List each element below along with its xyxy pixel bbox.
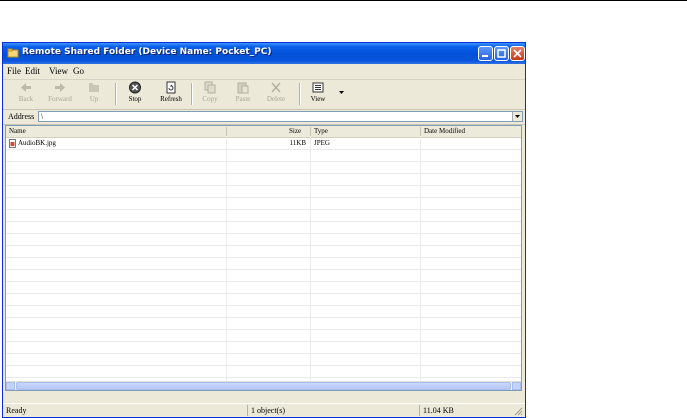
- chevron-right-icon: [513, 390, 520, 391]
- horizontal-scrollbar[interactable]: [6, 381, 521, 390]
- forward-button[interactable]: Forward: [43, 81, 77, 108]
- paste-button[interactable]: Paste: [231, 81, 255, 108]
- menu-file[interactable]: File: [7, 66, 21, 76]
- back-button[interactable]: Back: [13, 81, 39, 108]
- column-gridline: [226, 137, 227, 381]
- jpeg-file-icon: [9, 139, 16, 148]
- address-label: Address: [8, 112, 35, 121]
- forward-label: Forward: [48, 95, 72, 103]
- file-size: 11KB: [289, 139, 306, 147]
- minimize-icon: [482, 55, 488, 57]
- paste-label: Paste: [235, 95, 251, 103]
- chevron-left-icon: [7, 390, 14, 391]
- page-top-rule: [0, 0, 687, 1]
- list-header: Name Size Type Date Modified: [6, 126, 521, 138]
- refresh-button[interactable]: Refresh: [155, 81, 187, 108]
- file-type: JPEG: [314, 139, 330, 147]
- refresh-icon: [166, 81, 176, 94]
- column-name-header[interactable]: Name: [9, 127, 26, 135]
- view-label: View: [310, 95, 326, 103]
- resize-grip-icon[interactable]: [513, 406, 523, 416]
- menu-go[interactable]: Go: [73, 66, 84, 76]
- column-divider[interactable]: [226, 127, 227, 136]
- scroll-right-button[interactable]: [512, 382, 521, 390]
- delete-label: Delete: [266, 95, 286, 103]
- file-name: AudioBK.jpg: [18, 139, 56, 147]
- copy-label: Copy: [202, 95, 218, 103]
- copy-icon: [204, 81, 216, 94]
- stop-button[interactable]: Stop: [123, 81, 147, 108]
- toolbar-separator: [115, 83, 117, 105]
- column-divider[interactable]: [310, 127, 311, 136]
- folder-app-icon: [7, 48, 19, 58]
- view-list-icon: [312, 82, 324, 93]
- menu-bar: File Edit View Go: [3, 64, 525, 80]
- status-ready: Ready: [6, 406, 27, 415]
- view-dropdown-icon[interactable]: [339, 91, 344, 95]
- status-bar: Ready 1 object(s) 11.04 KB: [3, 403, 525, 417]
- address-dropdown-button[interactable]: [512, 112, 522, 121]
- column-size-header[interactable]: Size: [289, 127, 301, 135]
- delete-x-icon: [271, 82, 281, 93]
- window-title: Remote Shared Folder (Device Name: Pocke…: [22, 47, 272, 57]
- menu-view[interactable]: View: [49, 66, 68, 76]
- menu-edit[interactable]: Edit: [25, 66, 40, 76]
- status-separator: [247, 405, 248, 416]
- title-bar[interactable]: Remote Shared Folder (Device Name: Pocke…: [3, 43, 525, 64]
- forward-arrow-icon: [55, 83, 65, 92]
- toolbar-separator: [191, 83, 193, 105]
- column-gridline: [310, 137, 311, 381]
- address-bar: Address \: [3, 110, 525, 125]
- close-button[interactable]: [510, 46, 525, 61]
- scroll-left-button[interactable]: [6, 382, 15, 390]
- up-label: Up: [89, 95, 99, 103]
- up-button[interactable]: Up: [83, 81, 105, 108]
- remote-folder-window: Remote Shared Folder (Device Name: Pocke…: [2, 42, 526, 418]
- copy-button[interactable]: Copy: [199, 81, 221, 108]
- paste-icon: [237, 82, 249, 94]
- view-button[interactable]: View: [307, 81, 329, 108]
- up-folder-icon: [89, 83, 99, 92]
- stop-icon: [129, 81, 141, 94]
- back-arrow-icon: [21, 83, 31, 92]
- status-separator: [419, 405, 420, 416]
- close-icon: [513, 49, 522, 58]
- maximize-icon: [497, 49, 506, 58]
- column-type-header[interactable]: Type: [314, 127, 328, 135]
- chevron-down-icon: [515, 115, 520, 118]
- table-row[interactable]: AudioBK.jpg 11KB JPEG: [6, 138, 521, 149]
- toolbar: Back Forward Up Stop Refresh Copy Paste: [3, 79, 525, 110]
- refresh-label: Refresh: [160, 95, 182, 103]
- maximize-button[interactable]: [494, 46, 509, 61]
- column-divider[interactable]: [420, 127, 421, 136]
- status-size: 11.04 KB: [423, 406, 454, 415]
- scroll-thumb[interactable]: [16, 382, 511, 390]
- file-list[interactable]: Name Size Type Date Modified AudioBK.jpg…: [5, 125, 522, 391]
- column-gridline: [420, 137, 421, 381]
- delete-button[interactable]: Delete: [263, 81, 289, 108]
- status-object-count: 1 object(s): [251, 406, 285, 415]
- toolbar-separator: [299, 83, 301, 105]
- address-value: \: [41, 112, 44, 121]
- column-date-header[interactable]: Date Modified: [424, 127, 465, 135]
- address-input[interactable]: \: [38, 111, 523, 122]
- stop-label: Stop: [128, 95, 142, 103]
- back-label: Back: [18, 95, 34, 103]
- minimize-button[interactable]: [478, 46, 493, 61]
